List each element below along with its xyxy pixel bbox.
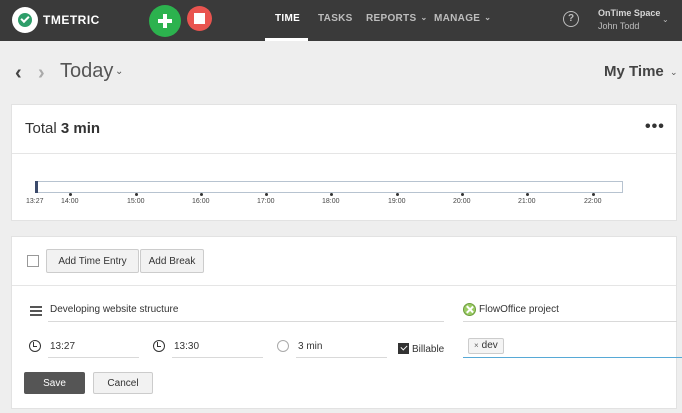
nav-tab-label: TASKS (318, 13, 353, 24)
timeline-tick-label: 16:00 (192, 198, 210, 205)
nav-tab-label: MANAGE (434, 13, 481, 24)
top-bar: TMETRIC TIME TASKS REPORTS ⌄ MANAGE ⌄ ? On… (0, 0, 682, 41)
nav-tab-label: TIME (275, 13, 301, 24)
timeline-tick-dot (461, 193, 464, 196)
timeline-tick-label: 15:00 (127, 198, 145, 205)
total-label: Total (25, 120, 57, 137)
save-button[interactable]: Save (24, 372, 85, 394)
timeline-tick-dot (526, 193, 529, 196)
description-underline (48, 321, 444, 322)
date-title[interactable]: Today (60, 60, 113, 83)
chevron-down-icon: ⌄ (420, 13, 428, 22)
add-time-entry-button[interactable]: Add Time Entry (46, 249, 139, 273)
chevron-down-icon[interactable]: ⌄ (670, 67, 678, 78)
chevron-down-icon[interactable]: ⌄ (115, 66, 123, 77)
timeline-tick-label: 17:00 (257, 198, 275, 205)
timeline-tick-dot (69, 193, 72, 196)
timeline-tick-dot (330, 193, 333, 196)
previous-day-icon[interactable]: ‹ (15, 62, 22, 85)
workspace-name[interactable]: OnTime Space (598, 8, 660, 18)
select-all-checkbox[interactable] (27, 255, 39, 267)
end-time-field[interactable]: 13:30 (174, 341, 199, 352)
timeline-tick-dot (135, 193, 138, 196)
timeline-tick-label: 14:00 (61, 198, 79, 205)
brand-name[interactable]: TMETRIC (43, 13, 100, 27)
end-time-underline (172, 357, 263, 358)
nav-tab-label: REPORTS (366, 13, 417, 24)
user-name[interactable]: John Todd (598, 21, 639, 31)
timeline-tick-label: 21:00 (518, 198, 536, 205)
project-underline (463, 321, 677, 322)
add-break-button[interactable]: Add Break (140, 249, 204, 273)
tmetric-logo-icon[interactable] (12, 7, 38, 33)
nav-tab-manage[interactable]: MANAGE ⌄ (434, 13, 491, 24)
tags-input-underline[interactable] (463, 357, 682, 358)
active-tab-indicator (265, 38, 308, 41)
timeline-tick-label: 22:00 (584, 198, 602, 205)
project-icon (463, 303, 476, 316)
nav-tab-time[interactable]: TIME (275, 13, 300, 24)
description-icon (30, 306, 42, 316)
timeline-tick-dot (265, 193, 268, 196)
summary-panel: Total 3 min ••• 13:27 14:00 15:00 16:00 17:0… (11, 104, 677, 221)
duration-underline (296, 357, 387, 358)
chevron-down-icon[interactable]: ⌄ (662, 15, 669, 24)
duration-icon (277, 340, 289, 352)
timeline-tick-label: 19:00 (388, 198, 406, 205)
billable-checkbox[interactable] (398, 343, 409, 354)
nav-tab-tasks[interactable]: TASKS (318, 13, 353, 24)
stop-timer-button[interactable] (187, 6, 212, 31)
divider (12, 285, 676, 286)
billable-label[interactable]: Billable (412, 344, 444, 355)
project-field[interactable]: FlowOffice project (479, 304, 559, 315)
description-field[interactable]: Developing website structure (50, 304, 178, 315)
next-day-icon[interactable]: › (38, 62, 45, 85)
clock-icon (153, 340, 165, 352)
chevron-down-icon: ⌄ (484, 13, 492, 22)
more-options-icon[interactable]: ••• (645, 118, 665, 136)
timeline-tick-label: 13:27 (26, 198, 44, 205)
start-time-underline (48, 357, 139, 358)
timeline-tick-label: 18:00 (322, 198, 340, 205)
remove-tag-icon[interactable]: × (474, 341, 479, 350)
start-timer-button[interactable] (149, 5, 181, 37)
cancel-button[interactable]: Cancel (93, 372, 153, 394)
timeline-entry-marker[interactable] (35, 181, 38, 193)
clock-icon (29, 340, 41, 352)
timeline-tick-label: 20:00 (453, 198, 471, 205)
total-time: Total 3 min (25, 120, 100, 137)
start-time-field[interactable]: 13:27 (50, 341, 75, 352)
view-selector[interactable]: My Time (604, 63, 664, 80)
timeline-tick-dot (396, 193, 399, 196)
help-icon[interactable]: ? (563, 11, 579, 27)
duration-field[interactable]: 3 min (298, 341, 322, 352)
timeline-tick-dot (592, 193, 595, 196)
tag-chip[interactable]: × dev (468, 338, 504, 354)
tag-label: dev (481, 340, 498, 351)
divider (12, 153, 676, 154)
nav-tab-reports[interactable]: REPORTS ⌄ (366, 13, 427, 24)
timeline-tick-dot (200, 193, 203, 196)
total-value: 3 min (60, 120, 101, 137)
timeline-bar[interactable] (36, 181, 623, 193)
